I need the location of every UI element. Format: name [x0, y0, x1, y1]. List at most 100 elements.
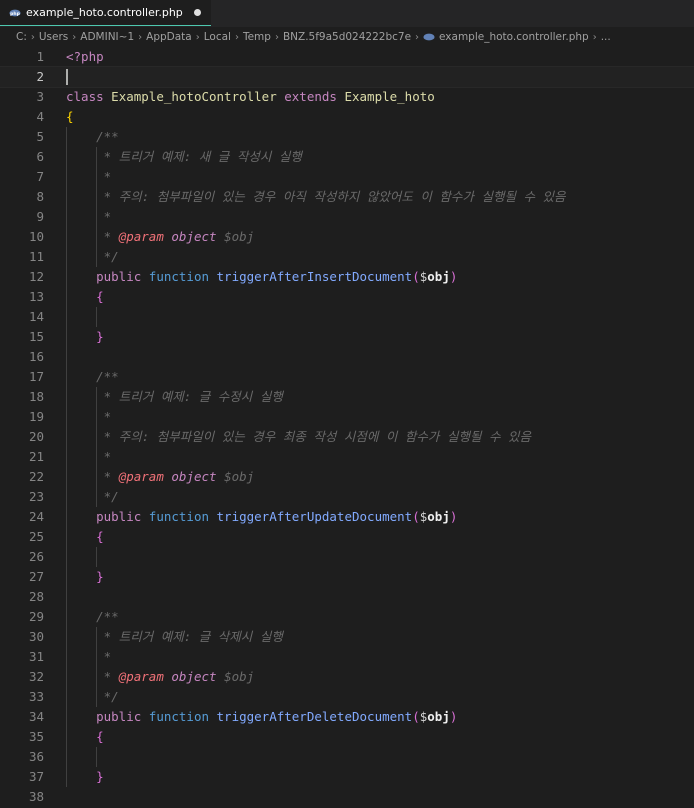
code-line[interactable]: 26	[0, 547, 694, 567]
code-line[interactable]: 25 {	[0, 527, 694, 547]
breadcrumb-item[interactable]: ...	[601, 31, 611, 43]
unsaved-dot-icon[interactable]	[193, 9, 201, 16]
breadcrumb-item[interactable]: ADMINI~1	[80, 31, 134, 43]
line-number: 8	[36, 189, 44, 204]
line-number: 16	[28, 349, 44, 364]
code-token: *	[103, 669, 119, 684]
code-line[interactable]: 19 *	[0, 407, 694, 427]
code-text: public function triggerAfterDeleteDocume…	[66, 707, 457, 727]
chevron-right-icon: ›	[138, 31, 143, 43]
code-line[interactable]: 1 <?php	[0, 47, 694, 67]
line-number: 37	[28, 769, 44, 784]
code-line[interactable]: 32 * @param object $obj	[0, 667, 694, 687]
code-line[interactable]: 29 /**	[0, 607, 694, 627]
breadcrumb-item[interactable]: BNZ.5f9a5d024222bc7e	[283, 31, 411, 43]
line-number: 6	[36, 149, 44, 164]
code-token: <?php	[66, 49, 104, 64]
line-number: 32	[28, 669, 44, 684]
code-line[interactable]: 27 }	[0, 567, 694, 587]
code-line[interactable]: 23 */	[0, 487, 694, 507]
code-line[interactable]: 30 * 트리거 예제: 글 삭제시 실행	[0, 627, 694, 647]
code-line[interactable]: 15 }	[0, 327, 694, 347]
line-number: 17	[28, 369, 44, 384]
code-token: public	[96, 709, 142, 724]
code-line[interactable]: 28	[0, 587, 694, 607]
code-token: * 주의: 첨부파일이 있는 경우 아직 작성하지 않았어도 이 함수가 실행될…	[103, 189, 566, 204]
code-line[interactable]: 17 /**	[0, 367, 694, 387]
code-line[interactable]: 31 *	[0, 647, 694, 667]
breadcrumb-label: Local	[203, 31, 231, 43]
code-line[interactable]: 37 }	[0, 767, 694, 787]
breadcrumb-label: ...	[600, 31, 611, 43]
code-line[interactable]: 16	[0, 347, 694, 367]
tab-bar: php example_hoto.controller.php	[0, 0, 694, 27]
code-text: */	[66, 687, 119, 707]
code-line[interactable]: 34 public function triggerAfterDeleteDoc…	[0, 707, 694, 727]
line-number: 2	[36, 69, 44, 84]
code-line[interactable]: 18 * 트리거 예제: 글 수정시 실행	[0, 387, 694, 407]
code-text: *	[66, 207, 112, 227]
code-line[interactable]: 20 * 주의: 첨부파일이 있는 경우 최종 작성 시점에 이 함수가 실행될…	[0, 427, 694, 447]
breadcrumb-item[interactable]: Temp	[243, 31, 271, 43]
breadcrumb-item[interactable]: Users	[39, 31, 68, 43]
code-line[interactable]: 3 class Example_hotoController extends Ex…	[0, 87, 694, 107]
code-text: *	[66, 407, 112, 427]
code-text: */	[66, 487, 119, 507]
code-token: /**	[96, 369, 119, 384]
code-line[interactable]: 33 */	[0, 687, 694, 707]
code-text: }	[66, 327, 104, 347]
code-line[interactable]: 12 public function triggerAfterInsertDoc…	[0, 267, 694, 287]
code-line[interactable]: 22 * @param object $obj	[0, 467, 694, 487]
code-line[interactable]: 5 /**	[0, 127, 694, 147]
code-line[interactable]: 8 * 주의: 첨부파일이 있는 경우 아직 작성하지 않았어도 이 함수가 실…	[0, 187, 694, 207]
code-text: * @param object $obj	[66, 227, 255, 247]
code-line[interactable]: 38	[0, 787, 694, 807]
code-token: triggerAfterDeleteDocument	[209, 709, 413, 724]
code-line[interactable]: 36	[0, 747, 694, 767]
code-line[interactable]: 10 * @param object $obj	[0, 227, 694, 247]
line-number: 34	[28, 709, 44, 724]
breadcrumb-item[interactable]: Local	[204, 31, 231, 43]
code-token: (	[412, 509, 420, 524]
code-token: class	[66, 89, 104, 104]
code-line[interactable]: 4{	[0, 107, 694, 127]
code-line[interactable]: 9 *	[0, 207, 694, 227]
line-number: 15	[28, 329, 44, 344]
code-editor[interactable]: 1 <?php 2 3 class Example_hotoController ext…	[0, 47, 694, 807]
code-line[interactable]: 14	[0, 307, 694, 327]
editor-tab[interactable]: php example_hoto.controller.php	[0, 0, 211, 26]
code-token: *	[103, 649, 112, 664]
line-number: 29	[28, 609, 44, 624]
code-line[interactable]: 24 public function triggerAfterUpdateDoc…	[0, 507, 694, 527]
code-line[interactable]: 11 */	[0, 247, 694, 267]
code-text: * 트리거 예제: 글 삭제시 실행	[66, 627, 283, 647]
code-token: }	[96, 769, 104, 784]
code-token: *	[103, 209, 112, 224]
code-token: * 트리거 예제: 새 글 작성시 실행	[103, 149, 302, 164]
code-line[interactable]: 2	[0, 66, 694, 88]
breadcrumb-item[interactable]: C:	[16, 31, 27, 43]
code-token: Example_hoto	[336, 89, 435, 104]
code-text: {	[66, 287, 104, 307]
line-number: 35	[28, 729, 44, 744]
code-text: */	[66, 247, 119, 267]
code-line[interactable]: 6 * 트리거 예제: 새 글 작성시 실행	[0, 147, 694, 167]
breadcrumb-item[interactable]: example_hoto.controller.php	[423, 31, 589, 43]
indent-guide	[66, 307, 67, 327]
line-number: 22	[28, 469, 44, 484]
code-token: $obj	[216, 469, 255, 484]
code-line[interactable]: 13 {	[0, 287, 694, 307]
code-token: (	[412, 709, 420, 724]
code-line[interactable]: 21 *	[0, 447, 694, 467]
line-number: 38	[28, 789, 44, 804]
breadcrumb-item[interactable]: AppData	[146, 31, 192, 43]
code-line[interactable]: 35 {	[0, 727, 694, 747]
code-token: * 주의: 첨부파일이 있는 경우 최종 작성 시점에 이 함수가 실행될 수 …	[103, 429, 532, 444]
code-token: $obj	[216, 669, 255, 684]
line-number: 28	[28, 589, 44, 604]
code-line[interactable]: 7 *	[0, 167, 694, 187]
